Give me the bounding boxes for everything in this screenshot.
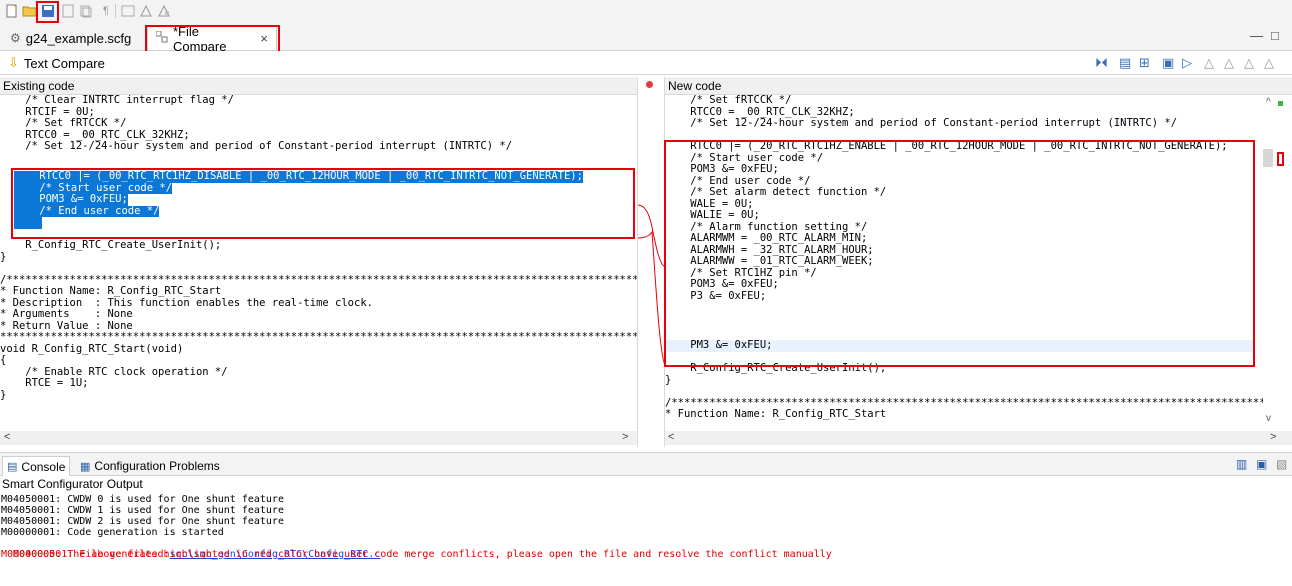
prev-diff-icon[interactable]: △ — [1224, 55, 1234, 71]
structure-icon[interactable]: ⊞ — [1139, 55, 1150, 71]
code-line[interactable]: { — [0, 354, 6, 367]
compare-icon — [155, 30, 168, 46]
code-line[interactable]: ****************************************… — [0, 331, 637, 344]
code-line[interactable]: /* Set alarm detect function */ — [665, 186, 886, 199]
overview-marker-green — [1278, 101, 1283, 106]
overview-marker-conflict[interactable] — [1277, 152, 1284, 166]
code-line[interactable]: /* Set 12-/24-hour system and period of … — [0, 140, 512, 153]
scroll-down-icon[interactable]: v — [1266, 413, 1271, 424]
code-line[interactable]: RTCE = 1U; — [0, 377, 88, 390]
scrollbar-thumb[interactable] — [1263, 149, 1273, 167]
compare-header: ⇩ Text Compare ⏵⏴ ▤ ⊞ ▣ ▷ △ △ △ △ — [0, 51, 1292, 75]
copy-all-icon[interactable]: ⏵⏴ — [1095, 55, 1108, 71]
code-line[interactable]: /* Clear INTRTC interrupt flag */ — [0, 95, 234, 107]
code-line-selected[interactable]: POM3 &= 0xFEU; — [14, 193, 128, 206]
code-line[interactable]: /* Set fRTCCK */ — [665, 95, 791, 107]
scroll-left-icon[interactable]: < — [668, 431, 674, 443]
tab-console[interactable]: ▤ Console — [2, 456, 71, 476]
new-code-header: New code — [665, 77, 1292, 95]
clear-console-icon[interactable]: ▥ — [1236, 457, 1247, 471]
code-line[interactable]: * Function Name: R_Config_RTC_Start — [0, 285, 221, 298]
code-line[interactable]: * Arguments : None — [0, 308, 133, 321]
open-folder-icon[interactable] — [22, 3, 38, 19]
code-line-selected[interactable]: /* End user code */ — [14, 205, 160, 217]
find-icon[interactable] — [156, 3, 172, 19]
copy-left-icon[interactable]: ▣ — [1162, 55, 1174, 71]
maximize-icon[interactable]: □ — [1271, 28, 1279, 43]
code-line[interactable]: RTCC0 |= (_20_RTC_RTC1HZ_ENABLE | _00_RT… — [665, 140, 1227, 153]
next-diff-icon[interactable]: △ — [1204, 55, 1214, 71]
left-horizontal-scrollbar[interactable]: < > — [0, 431, 637, 445]
new-icon[interactable] — [4, 3, 20, 19]
console-tab-bar: ▤ Console ▦ Configuration Problems ▥ ▣ ▧ — [0, 452, 1292, 476]
pin-console-icon[interactable]: ▣ — [1256, 457, 1267, 471]
tab-label: *File Compare — [173, 23, 227, 54]
pilcrow-icon[interactable]: ¶ — [98, 3, 114, 19]
diff-divider — [637, 77, 666, 447]
prev-change-icon[interactable]: △ — [1264, 55, 1274, 71]
warning-icon[interactable] — [138, 3, 154, 19]
close-icon[interactable]: × — [260, 31, 268, 46]
scroll-right-icon[interactable]: > — [1270, 431, 1276, 443]
code-line[interactable]: * Function Name: R_Config_RTC_Start — [665, 408, 886, 421]
copy-icon[interactable] — [78, 3, 94, 19]
tab-configuration-problems[interactable]: ▦ Configuration Problems — [76, 456, 224, 476]
scroll-up-icon[interactable]: ^ — [1266, 97, 1271, 108]
sync-icon[interactable]: ▤ — [1119, 55, 1131, 71]
minimize-icon[interactable]: — — [1250, 28, 1263, 43]
code-line[interactable]: POM3 &= 0xFEU; — [665, 278, 779, 291]
save-icon[interactable] — [40, 3, 56, 19]
code-line[interactable]: void R_Config_RTC_Start(void) — [0, 343, 183, 356]
code-line[interactable]: ALARMWM = _00_RTC_ALARM_MIN; — [665, 232, 867, 245]
console-line-error: M04000001: File generated:src\smc_gen\Co… — [13, 549, 381, 560]
code-line-selected[interactable]: RTCC0 |= (_00_RTC_RTC1HZ_DISABLE | _00_R… — [14, 170, 583, 183]
existing-code-header: Existing code — [0, 77, 637, 95]
code-line[interactable]: WALIE = 0U; — [665, 209, 760, 222]
open-console-icon[interactable]: ▧ — [1276, 457, 1287, 471]
scroll-right-icon[interactable]: > — [622, 431, 628, 443]
code-line[interactable]: R_Config_RTC_Create_UserInit(); — [0, 239, 221, 252]
console-line: M00000001: Code generation is started — [1, 527, 224, 538]
tab-scfg[interactable]: ⚙ g24_example.scfg — [2, 26, 139, 50]
console-icon: ▤ — [7, 461, 18, 473]
list-icon[interactable] — [120, 3, 136, 19]
code-line-selected[interactable] — [14, 217, 42, 229]
code-line[interactable]: R_Config_RTC_Create_UserInit(); — [665, 362, 886, 375]
next-change-icon[interactable]: △ — [1244, 55, 1254, 71]
problems-icon: ▦ — [80, 460, 91, 473]
console-line: M04050001: CWDW 2 is used for One shunt … — [1, 516, 284, 527]
right-vertical-scrollbar[interactable]: ^ v — [1263, 95, 1277, 431]
scroll-left-icon[interactable]: < — [4, 431, 10, 443]
code-line[interactable]: } — [0, 251, 6, 264]
tab-file-compare[interactable]: *File Compare × — [147, 24, 277, 54]
console-title: Smart Configurator Output — [2, 477, 143, 491]
gear-icon: ⚙ — [10, 31, 21, 45]
arrow-down-icon: ⇩ — [8, 55, 19, 70]
code-line[interactable]: } — [0, 389, 6, 402]
copy-right-icon[interactable]: ▷ — [1182, 55, 1192, 71]
existing-code-pane[interactable]: /* Clear INTRTC interrupt flag */ RTCIF … — [0, 95, 637, 431]
console-line: M04050001: CWDW 1 is used for One shunt … — [1, 505, 284, 516]
tab-label: g24_example.scfg — [25, 30, 132, 46]
console-line-error: M00000005: The above files highlighted i… — [1, 549, 832, 560]
code-line-current[interactable]: PM3 &= 0xFEU; — [665, 339, 1253, 352]
console-line: M04050001: CWDW 0 is used for One shunt … — [1, 494, 284, 505]
right-horizontal-scrollbar[interactable]: < > — [665, 431, 1292, 445]
code-line[interactable]: /* Set 12-/24-hour system and period of … — [665, 117, 1177, 130]
code-line[interactable]: /* Set fRTCCK */ — [0, 117, 126, 130]
code-line[interactable]: POM3 &= 0xFEU; — [665, 163, 779, 176]
code-line[interactable]: P3 &= 0xFEU; — [665, 290, 766, 303]
page-icon[interactable] — [60, 3, 76, 19]
compare-title: ⇩ Text Compare — [8, 55, 105, 71]
code-line[interactable]: ALARMWW = _01_RTC_ALARM_WEEK; — [665, 255, 873, 268]
editor-tab-bar: ⚙ g24_example.scfg *File Compare × — □ — [0, 24, 1292, 54]
code-line[interactable]: } — [665, 374, 671, 387]
main-toolbar: ¶ — [0, 0, 1292, 24]
new-code-pane[interactable]: /* Set fRTCCK */ RTCC0 = _00_RTC_CLK_32K… — [665, 95, 1263, 431]
